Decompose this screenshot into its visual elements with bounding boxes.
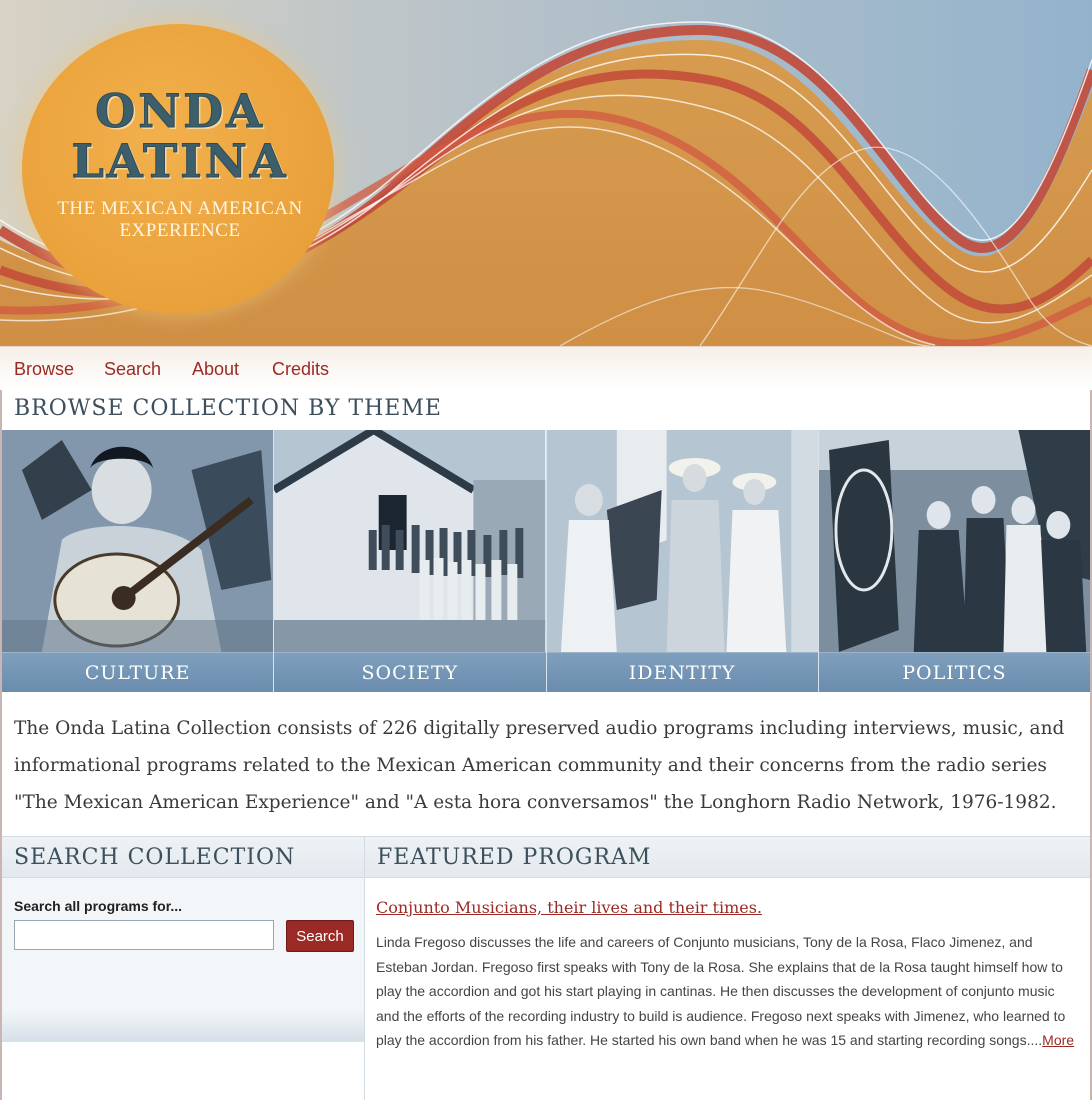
logo-subtitle-line2: EXPERIENCE [119, 220, 241, 241]
nav-about-link[interactable]: About [192, 359, 239, 380]
site-logo[interactable]: ONDA LATINA THE MEXICAN AMERICAN EXPERIE… [30, 88, 330, 242]
featured-program-summary: Linda Fregoso discusses the life and car… [376, 930, 1076, 1053]
theme-grid: CULTURE SOCIETY IDENTITY POLITICS [2, 430, 1090, 692]
logo-title-line1: ONDA [95, 84, 265, 138]
theme-label-politics: POLITICS [818, 652, 1090, 692]
nav-search-link[interactable]: Search [104, 359, 161, 380]
identity-photo [546, 430, 818, 652]
theme-tile-culture[interactable]: CULTURE [2, 430, 275, 692]
theme-tile-society[interactable]: SOCIETY [274, 430, 547, 692]
nav-browse-link[interactable]: Browse [14, 359, 74, 380]
theme-label-society: SOCIETY [274, 652, 546, 692]
search-panel-header: SEARCH COLLECTION [2, 836, 364, 878]
featured-program-link[interactable]: Conjunto Musicians, their lives and thei… [376, 898, 762, 917]
search-input[interactable] [14, 920, 274, 950]
search-label: Search all programs for... [14, 898, 183, 914]
featured-panel-title: FEATURED PROGRAM [377, 845, 652, 870]
search-panel-title: SEARCH COLLECTION [14, 845, 296, 870]
logo-subtitle-line1: THE MEXICAN AMERICAN [57, 198, 303, 219]
header-banner: ONDA LATINA THE MEXICAN AMERICAN EXPERIE… [0, 0, 1092, 346]
main-nav: Browse Search About Credits [0, 346, 1092, 390]
search-panel: Search all programs for... Search [2, 878, 364, 1042]
logo-title-line2: LATINA [71, 134, 289, 188]
theme-label-culture: CULTURE [2, 652, 274, 692]
culture-photo [2, 430, 274, 652]
search-button[interactable]: Search [286, 920, 354, 952]
featured-program-text: Linda Fregoso discusses the life and car… [376, 934, 1066, 1048]
featured-panel-header: FEATURED PROGRAM [365, 836, 1090, 878]
nav-credits-link[interactable]: Credits [272, 359, 329, 380]
theme-tile-politics[interactable]: POLITICS [818, 430, 1090, 692]
politics-photo [818, 430, 1090, 652]
theme-label-identity: IDENTITY [546, 652, 818, 692]
society-photo [274, 430, 546, 652]
collection-description: The Onda Latina Collection consists of 2… [14, 718, 1065, 813]
more-link[interactable]: More [1042, 1032, 1074, 1048]
browse-section-title: BROWSE COLLECTION BY THEME [14, 396, 442, 421]
theme-tile-identity[interactable]: IDENTITY [546, 430, 819, 692]
